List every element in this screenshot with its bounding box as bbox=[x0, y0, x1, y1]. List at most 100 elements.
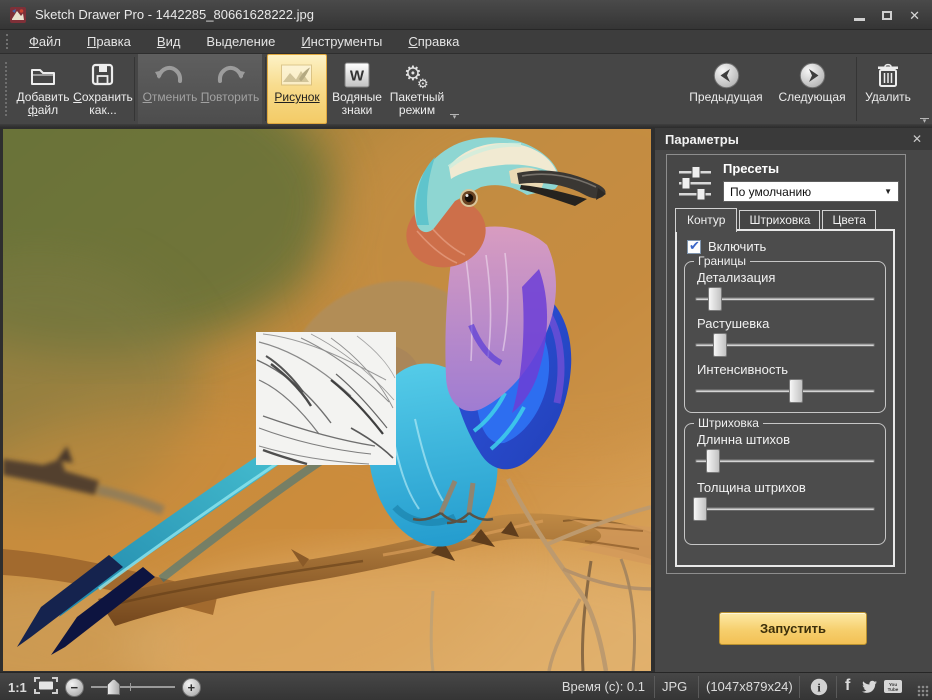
presets-label: Пресеты bbox=[723, 161, 779, 176]
slider-thumb[interactable] bbox=[708, 287, 722, 311]
preset-select[interactable]: По умолчанию ▼ bbox=[723, 181, 899, 202]
bird-photo bbox=[3, 129, 651, 671]
close-button[interactable]: ✕ bbox=[909, 9, 920, 22]
minimize-button[interactable] bbox=[854, 18, 865, 21]
add-file-label-2: файл bbox=[28, 104, 58, 117]
chevron-down-icon: ▼ bbox=[884, 187, 898, 196]
enable-label: Включить bbox=[708, 239, 766, 254]
titlebar[interactable]: Sketch Drawer Pro - 1442285_80661628222.… bbox=[0, 0, 932, 30]
slider-thumb[interactable] bbox=[789, 379, 803, 403]
twitter-icon[interactable] bbox=[861, 680, 878, 697]
save-icon bbox=[91, 59, 115, 91]
app-window: Sketch Drawer Pro - 1442285_80661628222.… bbox=[0, 0, 932, 700]
menubar: Файл Правка Вид Выделение Инструменты Сп… bbox=[0, 30, 932, 54]
panel-header: Параметры ✕ bbox=[655, 128, 932, 150]
watermark-icon: W bbox=[344, 59, 370, 91]
previous-image-button[interactable]: Предыдущая bbox=[683, 54, 769, 124]
detail-slider[interactable] bbox=[695, 286, 875, 312]
svg-text:⚙: ⚙ bbox=[417, 77, 429, 89]
trash-icon bbox=[876, 59, 900, 91]
panel-frame: Пресеты По умолчанию ▼ Контур Штриховка … bbox=[666, 154, 906, 574]
gears-icon: ⚙⚙ bbox=[402, 59, 432, 91]
tab-contour[interactable]: Контур bbox=[675, 208, 737, 232]
group-hatching: Штриховка Длинна штихов Толщина штрихов bbox=[684, 423, 886, 545]
detail-label: Детализация bbox=[697, 270, 775, 285]
maximize-button[interactable] bbox=[882, 11, 892, 20]
next-label: Следующая bbox=[778, 91, 845, 104]
zoom-slider[interactable] bbox=[91, 677, 175, 697]
zoom-in-button[interactable]: + bbox=[182, 678, 201, 697]
facebook-icon[interactable]: f bbox=[845, 677, 850, 695]
render-time: Время (с): 0.1 bbox=[562, 679, 645, 694]
toolbar: Добавить файл Сохранить как... Отменить bbox=[0, 54, 932, 124]
next-image-button[interactable]: Следующая bbox=[769, 54, 855, 124]
slider-thumb[interactable] bbox=[706, 449, 720, 473]
tab-hatching[interactable]: Штриховка bbox=[739, 210, 820, 230]
run-label: Запустить bbox=[760, 621, 826, 636]
next-icon bbox=[799, 59, 826, 91]
panel-title: Параметры bbox=[665, 132, 739, 147]
file-format: JPG bbox=[662, 679, 687, 694]
add-file-button[interactable]: Добавить файл bbox=[13, 54, 73, 124]
sketch-preview-square[interactable] bbox=[256, 332, 396, 465]
menu-file[interactable]: Файл bbox=[16, 31, 74, 52]
menu-help[interactable]: Справка bbox=[395, 31, 472, 52]
svg-text:W: W bbox=[350, 68, 365, 85]
preset-select-value: По умолчанию bbox=[730, 185, 811, 199]
slider-thumb[interactable] bbox=[713, 333, 727, 357]
menu-selection[interactable]: Выделение bbox=[193, 31, 288, 52]
undo-icon bbox=[154, 59, 186, 91]
save-as-button[interactable]: Сохранить как... bbox=[73, 54, 133, 124]
slider-track bbox=[695, 507, 875, 511]
delete-label: Удалить bbox=[865, 91, 911, 104]
youtube-icon[interactable]: YouTube bbox=[884, 680, 902, 697]
intensity-label: Интенсивность bbox=[697, 362, 788, 377]
menu-tools[interactable]: Инструменты bbox=[288, 31, 395, 52]
resize-grip[interactable] bbox=[917, 685, 929, 697]
tab-content: ✔ Включить Границы Детализация Растушевк… bbox=[675, 229, 895, 567]
batch-label-2: режим bbox=[399, 104, 435, 117]
menu-view[interactable]: Вид bbox=[144, 31, 194, 52]
undo-button[interactable]: Отменить bbox=[140, 54, 200, 124]
window-title: Sketch Drawer Pro - 1442285_80661628222.… bbox=[35, 7, 314, 22]
fit-to-screen-icon[interactable] bbox=[34, 677, 58, 697]
stroke-length-slider[interactable] bbox=[695, 448, 875, 474]
picture-mode-button[interactable]: Рисунок bbox=[267, 54, 327, 124]
slider-track bbox=[695, 459, 875, 463]
intensity-slider[interactable] bbox=[695, 378, 875, 404]
enable-checkbox[interactable]: ✔ bbox=[687, 240, 701, 254]
batch-mode-button[interactable]: ⚙⚙ Пакетный режим bbox=[387, 54, 447, 124]
zoom-slider-track bbox=[91, 686, 175, 688]
delete-button[interactable]: Удалить bbox=[858, 54, 918, 124]
watermark-label-2: знаки bbox=[342, 104, 373, 117]
undo-redo-group: Отменить Повторить bbox=[138, 54, 262, 124]
svg-text:Tube: Tube bbox=[888, 687, 899, 692]
picture-label: Рисунок bbox=[274, 91, 319, 104]
slider-thumb[interactable] bbox=[693, 497, 707, 521]
slider-track bbox=[695, 389, 875, 393]
statusbar: 1:1 − + Время (с): 0.1 JPG (1047x879x24)… bbox=[0, 672, 932, 700]
picture-icon bbox=[280, 59, 314, 91]
photo-canvas[interactable] bbox=[0, 128, 655, 672]
info-icon[interactable]: i bbox=[810, 678, 828, 699]
panel-close-icon[interactable]: ✕ bbox=[912, 132, 922, 146]
group-hatching-title: Штриховка bbox=[694, 416, 763, 430]
feather-slider[interactable] bbox=[695, 332, 875, 358]
zoom-out-button[interactable]: − bbox=[65, 678, 84, 697]
run-button[interactable]: Запустить bbox=[719, 612, 867, 645]
menu-edit[interactable]: Правка bbox=[74, 31, 144, 52]
redo-icon bbox=[214, 59, 246, 91]
group-expand-icon[interactable]: ▾ bbox=[450, 114, 459, 121]
stroke-width-slider[interactable] bbox=[695, 496, 875, 522]
group-borders: Границы Детализация Растушевка Интенсивн… bbox=[684, 261, 886, 413]
watermark-button[interactable]: W Водяные знаки bbox=[327, 54, 387, 124]
redo-button[interactable]: Повторить bbox=[200, 54, 260, 124]
tab-colors[interactable]: Цвета bbox=[822, 210, 875, 230]
panel-tabs: Контур Штриховка Цвета bbox=[675, 205, 878, 230]
toolbar-drag-handle[interactable] bbox=[5, 62, 7, 116]
stroke-length-label: Длинна штихов bbox=[697, 432, 790, 447]
save-as-label-2: как... bbox=[89, 104, 116, 117]
menubar-drag-handle[interactable] bbox=[6, 34, 8, 49]
zoom-slider-thumb[interactable] bbox=[107, 679, 120, 695]
image-dimensions: (1047x879x24) bbox=[706, 679, 793, 694]
